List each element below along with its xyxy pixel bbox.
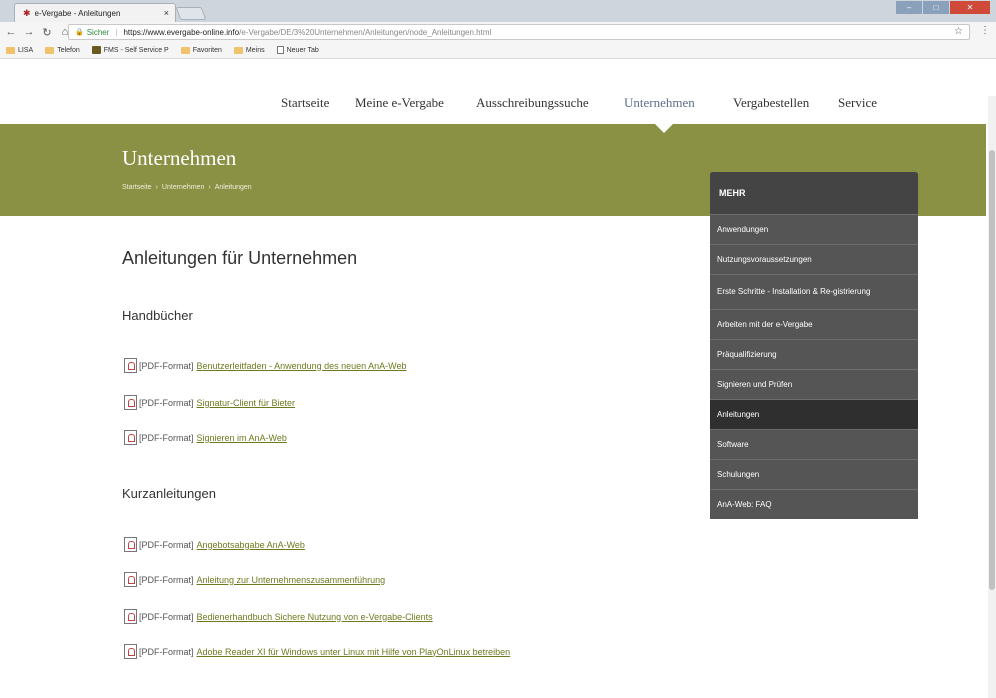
sidenav-item-arbeiten[interactable]: Arbeiten mit der e-Vergabe (710, 309, 918, 339)
breadcrumb-anleitungen: Anleitungen (214, 184, 252, 191)
window-controls: – □ ✕ (896, 1, 990, 14)
document-link[interactable]: Angebotsabgabe AnA-Web (197, 540, 305, 550)
sidenav-item-anleitungen[interactable]: Anleitungen (710, 399, 918, 429)
document-link[interactable]: Benutzerleitfaden - Anwendung des neuen … (197, 361, 407, 371)
browser-toolbar: ← → ↻ ⌂ 🔒 Sicher | https://www.evergabe-… (0, 22, 996, 42)
bookmark-label: Telefon (57, 46, 80, 54)
breadcrumb-separator: › (155, 184, 158, 191)
site-favicon-icon: ✱ (23, 7, 31, 18)
sidenav-item-signieren[interactable]: Signieren und Prüfen (710, 369, 918, 399)
document-row: [PDF-Format] Bedienerhandbuch Sichere Nu… (124, 609, 433, 624)
browser-tab[interactable]: ✱ e-Vergabe - Anleitungen × (14, 3, 176, 22)
document-row: [PDF-Format] Angebotsabgabe AnA-Web (124, 537, 305, 552)
format-label: [PDF-Format] (139, 360, 194, 371)
nav-startseite[interactable]: Startseite (281, 95, 329, 111)
page-icon (276, 46, 284, 54)
folder-icon (180, 46, 190, 54)
breadcrumb-startseite[interactable]: Startseite (122, 184, 152, 191)
secure-label: Sicher (86, 27, 110, 37)
nav-service[interactable]: Service (838, 95, 877, 111)
nav-vergabestellen[interactable]: Vergabestellen (733, 95, 809, 111)
folder-icon (233, 46, 243, 54)
document-row: [PDF-Format] Adobe Reader XI für Windows… (124, 644, 510, 659)
bookmark-telefon[interactable]: Telefon (45, 46, 80, 54)
page-title: Anleitungen für Unternehmen (122, 248, 358, 268)
document-row: [PDF-Format] Anleitung zur Unternehmensz… (124, 572, 385, 587)
bookmark-favoriten[interactable]: Favoriten (180, 46, 222, 54)
url-host: https://www.evergabe-online.info (123, 27, 240, 37)
format-label: [PDF-Format] (139, 611, 194, 622)
breadcrumb: Startseite › Unternehmen › Anleitungen (122, 184, 252, 191)
sidenav-item-anwendungen[interactable]: Anwendungen (710, 214, 918, 244)
sidenav-item-nutzungsvoraussetzungen[interactable]: Nutzungsvoraussetzungen (710, 244, 918, 274)
section-heading-kurzanleitungen: Kurzanleitungen (122, 486, 216, 501)
bookmark-fms[interactable]: FMS - Self Service P (91, 46, 169, 54)
sidenav-item-schulungen[interactable]: Schulungen (710, 459, 918, 489)
bookmark-star-icon[interactable]: ☆ (954, 26, 963, 37)
active-nav-indicator (655, 124, 673, 133)
format-label: [PDF-Format] (139, 574, 194, 585)
pdf-file-icon (124, 537, 137, 552)
maximize-button[interactable]: □ (923, 1, 949, 14)
side-navigation: MEHR Anwendungen Nutzungsvoraussetzungen… (710, 172, 918, 519)
url-path: /e-Vergabe/DE/3%20Unternehmen/Anleitunge… (239, 27, 492, 37)
format-label: [PDF-Format] (139, 397, 194, 408)
document-link[interactable]: Bedienerhandbuch Sichere Nutzung von e-V… (197, 612, 433, 622)
pdf-file-icon (124, 572, 137, 587)
scrollbar-thumb[interactable] (989, 150, 995, 590)
bookmark-label: Favoriten (192, 46, 222, 54)
folder-icon (6, 46, 15, 54)
fms-site-icon (91, 46, 101, 54)
section-heading-handbuecher: Handbücher (122, 308, 193, 323)
document-link[interactable]: Anleitung zur Unternehmenszusammenführun… (197, 575, 386, 585)
pdf-file-icon (124, 609, 137, 624)
separator: | (115, 27, 118, 37)
sidenav-item-ana-web-faq[interactable]: AnA-Web: FAQ (710, 489, 918, 519)
reload-icon[interactable]: ↻ (40, 26, 54, 39)
tab-title: e-Vergabe - Anleitungen (34, 8, 121, 18)
folder-icon (45, 46, 55, 54)
menu-dots-icon[interactable]: ⋮ (980, 25, 990, 36)
breadcrumb-unternehmen[interactable]: Unternehmen (162, 184, 204, 191)
pdf-file-icon (124, 430, 137, 445)
bookmarks-bar: LISA Telefon FMS - Self Service P Favori… (0, 42, 996, 59)
document-link[interactable]: Signatur-Client für Bieter (197, 398, 296, 408)
nav-ausschreibungssuche[interactable]: Ausschreibungssuche (476, 95, 589, 111)
minimize-button[interactable]: – (896, 1, 922, 14)
pdf-file-icon (124, 644, 137, 659)
sidenav-item-praequalifizierung[interactable]: Präqualifizierung (710, 339, 918, 369)
forward-arrow-icon[interactable]: → (22, 26, 36, 38)
lock-icon: 🔒 (75, 29, 84, 36)
new-tab-button[interactable] (175, 7, 207, 20)
section-title: Unternehmen (122, 146, 237, 170)
sidenav-item-erste-schritte[interactable]: Erste Schritte - Installation & Re-gistr… (710, 274, 918, 309)
format-label: [PDF-Format] (139, 646, 194, 657)
document-link[interactable]: Adobe Reader XI für Windows unter Linux … (197, 647, 511, 657)
sidenav-heading: MEHR (710, 172, 918, 214)
document-row: [PDF-Format] Signieren im AnA-Web (124, 430, 287, 445)
bookmark-label: Meins (245, 46, 265, 54)
pdf-file-icon (124, 395, 137, 410)
document-row: [PDF-Format] Benutzerleitfaden - Anwendu… (124, 358, 407, 373)
pdf-file-icon (124, 358, 137, 373)
back-arrow-icon[interactable]: ← (4, 26, 18, 38)
nav-unternehmen[interactable]: Unternehmen (624, 95, 695, 111)
format-label: [PDF-Format] (139, 539, 194, 550)
bookmark-meins[interactable]: Meins (233, 46, 265, 54)
nav-meine-e-vergabe[interactable]: Meine e-Vergabe (355, 95, 444, 111)
close-window-button[interactable]: ✕ (950, 1, 990, 14)
address-bar[interactable]: 🔒 Sicher | https://www.evergabe-online.i… (68, 24, 970, 40)
window-titlebar: ✱ e-Vergabe - Anleitungen × – □ ✕ (0, 0, 996, 22)
bookmark-label: LISA (18, 46, 34, 54)
bookmark-label: FMS - Self Service P (103, 46, 169, 54)
bookmark-neuer-tab[interactable]: Neuer Tab (276, 46, 319, 54)
close-tab-icon[interactable]: × (164, 8, 169, 18)
bookmark-lisa[interactable]: LISA (6, 46, 34, 54)
bookmark-label: Neuer Tab (286, 46, 319, 54)
document-link[interactable]: Signieren im AnA-Web (197, 433, 287, 443)
breadcrumb-separator: › (208, 184, 211, 191)
sidenav-item-software[interactable]: Software (710, 429, 918, 459)
document-row: [PDF-Format] Signatur-Client für Bieter (124, 395, 295, 410)
format-label: [PDF-Format] (139, 432, 194, 443)
